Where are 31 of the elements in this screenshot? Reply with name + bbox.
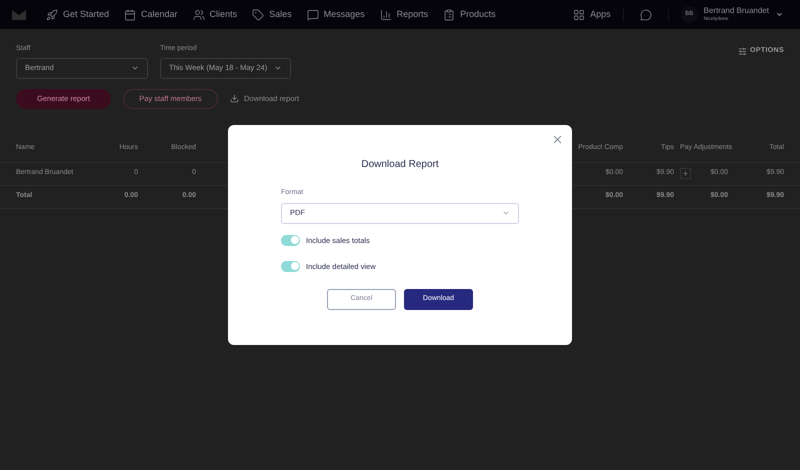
nav-link[interactable]: Products [443,8,496,22]
bar-chart-icon [380,8,392,20]
toggle-switch[interactable] [281,234,300,246]
logo-icon [12,10,26,20]
chevron-down-icon [131,64,139,72]
nav-link[interactable]: Clients [192,8,238,22]
chevron-down-icon [274,64,282,72]
plus-icon [682,170,688,177]
close-icon[interactable] [551,133,564,146]
caret-icon[interactable] [775,10,784,19]
nav-link[interactable]: Messages [306,8,365,22]
rocket-icon [46,8,58,20]
apps-button[interactable]: Apps [573,8,624,22]
nav-link[interactable]: Get Started [46,8,110,22]
nav-link[interactable]: Reports [380,8,428,22]
nav-link[interactable]: Sales [252,8,292,22]
download-icon [230,94,239,103]
clipboard-icon [443,8,456,20]
chevron-down-icon [502,209,510,217]
chat-bubble-icon [306,8,319,20]
chat-icon[interactable] [640,8,652,20]
nav-link[interactable]: Calendar [124,8,178,22]
grid-icon [573,8,586,20]
toggle-switch[interactable] [281,260,300,272]
sliders-icon [738,46,748,56]
calendar-icon [124,8,136,20]
add-adjustment-button[interactable] [680,168,690,179]
dialog-title: Download Report [361,158,439,172]
user-name: Bertrand Bruandet [704,6,769,14]
tag-icon [252,8,264,20]
people-icon [192,8,205,20]
